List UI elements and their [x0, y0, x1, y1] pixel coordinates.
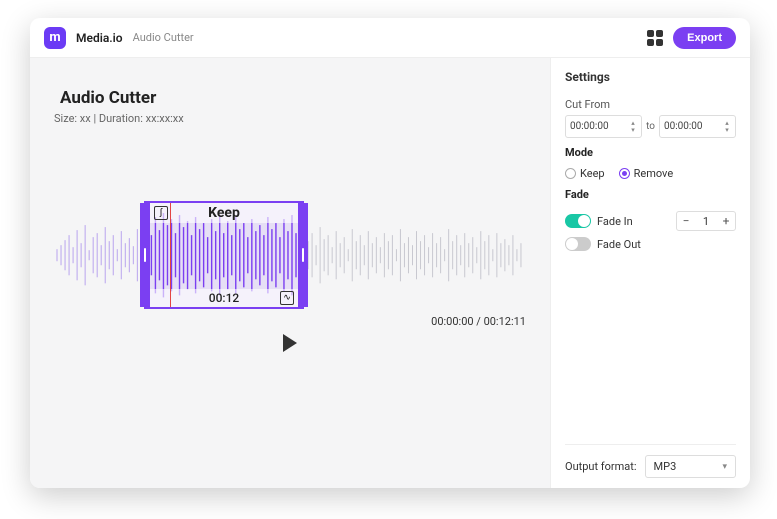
breadcrumb: Audio Cutter [133, 31, 194, 44]
fade-out-curve-icon: ∿ [280, 291, 294, 305]
fade-label: Fade [565, 188, 736, 201]
from-step-down[interactable]: ▾ [629, 127, 637, 133]
fade-in-toggle[interactable] [565, 214, 591, 228]
radio-icon [619, 168, 630, 179]
editor-panel: Audio Cutter Size: xx | Duration: xx:xx:… [30, 58, 550, 488]
cut-from-input[interactable]: 00:00:00 ▴▾ [565, 115, 642, 138]
settings-heading: Settings [565, 70, 736, 84]
minus-button[interactable]: − [677, 212, 695, 230]
brand-name: Media.io [76, 31, 123, 45]
app-window: m Media.io Audio Cutter Export Audio Cut… [30, 18, 750, 488]
selection-time: 00:12 [209, 291, 239, 305]
file-meta: Size: xx | Duration: xx:xx:xx [54, 112, 526, 125]
to-label: to [646, 121, 655, 132]
fade-out-label: Fade Out [597, 238, 641, 251]
apps-grid-icon[interactable] [647, 30, 663, 46]
fade-in-stepper[interactable]: − 1 + [676, 211, 736, 231]
mode-keep-radio[interactable]: Keep [565, 167, 605, 180]
mode-label: Mode [565, 146, 736, 159]
selection-handle-left[interactable] [140, 203, 150, 307]
mode-remove-radio[interactable]: Remove [619, 167, 674, 180]
radio-icon [565, 168, 576, 179]
fade-out-toggle[interactable] [565, 237, 591, 251]
topbar: m Media.io Audio Cutter Export [30, 18, 750, 58]
page-title: Audio Cutter [60, 88, 526, 108]
playhead-marker[interactable] [170, 203, 171, 307]
output-format-label: Output format: [565, 460, 637, 473]
fade-in-curve-icon: ∫ [154, 206, 168, 220]
fade-in-label: Fade In [597, 215, 633, 228]
cut-to-input[interactable]: 00:00:00 ▴▾ [659, 115, 736, 138]
fade-in-value: 1 [695, 215, 717, 228]
export-button[interactable]: Export [673, 27, 736, 49]
chevron-down-icon: ▾ [722, 462, 727, 472]
settings-panel: Settings Cut From 00:00:00 ▴▾ to 00:00:0… [550, 58, 750, 488]
cut-from-label: Cut From [565, 98, 736, 111]
to-step-down[interactable]: ▾ [723, 127, 731, 133]
body: Audio Cutter Size: xx | Duration: xx:xx:… [30, 58, 750, 488]
selection-mode-label: Keep [208, 205, 240, 221]
plus-button[interactable]: + [717, 212, 735, 230]
waveform-area[interactable]: ∫ Keep 00:12 ∿ [54, 205, 526, 305]
selection-region[interactable]: ∫ Keep 00:12 ∿ [144, 201, 304, 309]
output-format-select[interactable]: MP3 ▾ [645, 455, 736, 478]
selection-handle-right[interactable] [298, 203, 308, 307]
logo-icon: m [44, 27, 66, 49]
timecode: 00:00:00 / 00:12:11 [54, 315, 526, 328]
play-button[interactable] [283, 334, 297, 352]
